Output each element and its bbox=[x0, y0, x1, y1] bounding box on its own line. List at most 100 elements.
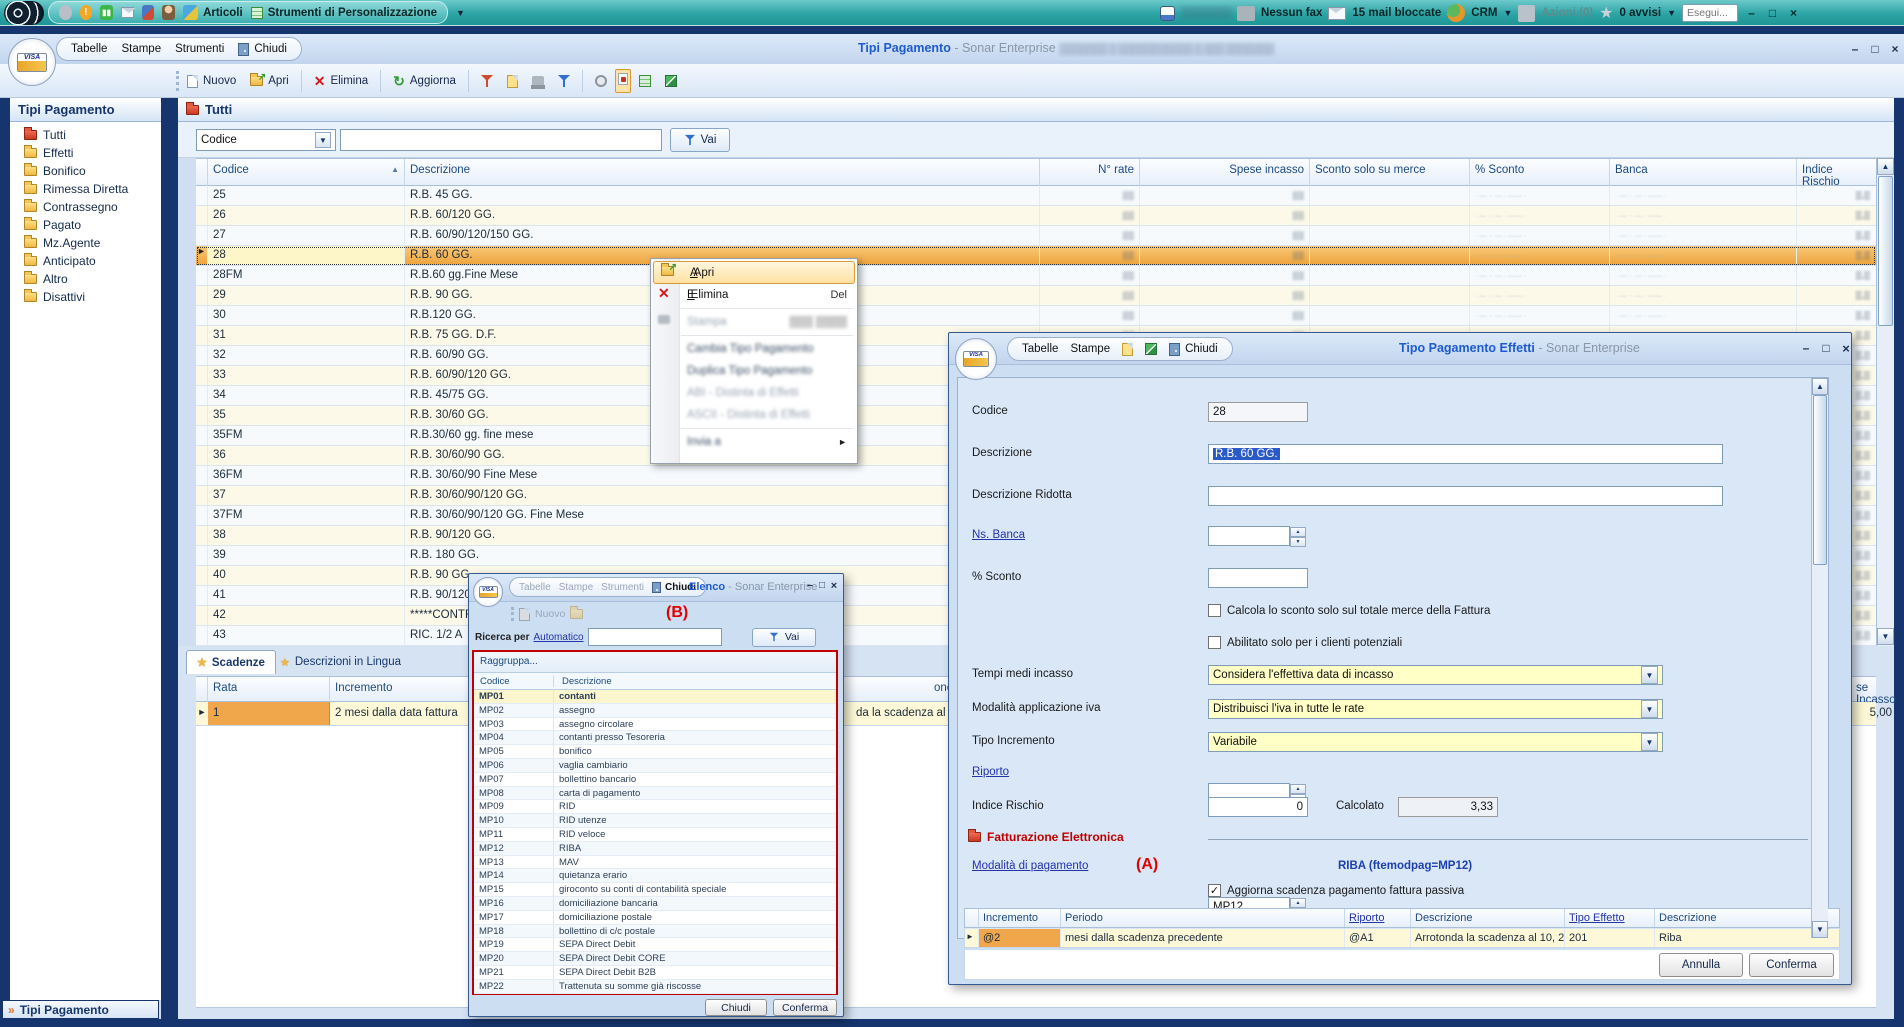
automatico-link[interactable]: Automatico bbox=[533, 632, 583, 643]
list-item[interactable]: MP11 RID veloce bbox=[474, 828, 836, 842]
export-grid-button[interactable] bbox=[633, 72, 657, 90]
indice-rischio-input[interactable]: 0 bbox=[1208, 797, 1308, 817]
descrizione-input[interactable]: R.B. 60 GG. bbox=[1208, 444, 1723, 464]
list-item[interactable]: MP06 vaglia cambiario bbox=[474, 759, 836, 773]
col-descrizione2[interactable]: Descrizione bbox=[1655, 909, 1837, 927]
list-item[interactable]: MP09 RID bbox=[474, 800, 836, 814]
col-codice[interactable]: Codice▲ bbox=[208, 159, 405, 187]
toolbar-grip[interactable] bbox=[176, 71, 179, 91]
col-indice-rischio[interactable]: Indice Rischio bbox=[1797, 159, 1875, 187]
hand-icon[interactable] bbox=[59, 5, 72, 20]
menu-item-elimina[interactable]: ✕ EElimina Del bbox=[651, 284, 857, 306]
table-row[interactable]: 25 R.B. 45 GG. bbox=[196, 186, 1876, 206]
spin-up-icon[interactable]: ▲ bbox=[1290, 784, 1306, 794]
chevron-down-icon[interactable]: ▼ bbox=[1641, 700, 1658, 718]
list-item[interactable]: MP20 SEPA Direct Debit CORE bbox=[474, 952, 836, 966]
crm-icon[interactable] bbox=[1447, 4, 1465, 22]
toolbar-grip[interactable] bbox=[511, 607, 514, 621]
sidebar-item[interactable]: Altro bbox=[10, 270, 161, 288]
menu-item-cambia-tipo[interactable]: Cambia Tipo Pagamento bbox=[651, 338, 857, 360]
tab-descrizioni-lingua[interactable]: ★Descrizioni in Lingua bbox=[270, 650, 411, 674]
list-item[interactable]: MP05 bonifico bbox=[474, 745, 836, 759]
chevron-down-icon[interactable]: ▼ bbox=[1641, 733, 1658, 751]
elenco-minimize-icon[interactable]: – bbox=[805, 580, 815, 592]
list-item[interactable]: MP02 assegno bbox=[474, 704, 836, 718]
list-item[interactable]: MP14 quietanza erario bbox=[474, 869, 836, 883]
list-item[interactable]: MP07 bollettino bancario bbox=[474, 773, 836, 787]
elenco-close-icon[interactable]: × bbox=[829, 580, 839, 592]
scroll-down-icon[interactable]: ▼ bbox=[1812, 921, 1828, 938]
sidebar-footer[interactable]: » Tipi Pagamento bbox=[2, 1000, 159, 1019]
table-row[interactable]: 28 R.B. 60 GG. bbox=[196, 246, 1876, 266]
crm-chevron-icon[interactable]: ▼ bbox=[1503, 8, 1512, 18]
col-tipo-effetto[interactable]: Tipo Effetto bbox=[1565, 909, 1655, 927]
avvisi-chevron-icon[interactable]: ▼ bbox=[1667, 8, 1676, 18]
sidebar-item[interactable]: Mz.Agente bbox=[10, 234, 161, 252]
list-item[interactable]: MP18 bollettino di c/c postale bbox=[474, 925, 836, 939]
tab-scadenze[interactable]: ★Scadenze bbox=[186, 650, 276, 674]
sidebar-item[interactable]: Bonifico bbox=[10, 162, 161, 180]
fax-label[interactable]: Nessun fax bbox=[1261, 7, 1322, 19]
apri-button[interactable]: ↗Apri bbox=[244, 72, 294, 90]
group-band[interactable]: Raggruppa... bbox=[474, 652, 836, 673]
col-n-rate[interactable]: N° rate bbox=[1040, 159, 1140, 187]
notes-icon[interactable] bbox=[1160, 6, 1175, 21]
yellow-note-icon[interactable] bbox=[1122, 343, 1133, 356]
dialog-minimize-icon[interactable]: – bbox=[1799, 341, 1813, 356]
list-item[interactable]: MP15 giroconto su conti di contabilità s… bbox=[474, 883, 836, 897]
list-item[interactable]: MP03 assegno circolare bbox=[474, 718, 836, 732]
scroll-down-icon[interactable]: ▼ bbox=[1877, 628, 1894, 645]
taskbar-tab-articoli[interactable]: Articoli bbox=[183, 5, 243, 20]
table-row[interactable]: 28FM R.B.60 gg.Fine Mese bbox=[196, 266, 1876, 286]
chk-sconto-merce[interactable]: Calcola lo sconto solo sul totale merce … bbox=[1208, 604, 1490, 617]
grid-vertical-scrollbar[interactable]: ▲ ▼ bbox=[1876, 158, 1894, 646]
list-item[interactable]: MP21 SEPA Direct Debit B2B bbox=[474, 966, 836, 980]
filter-button[interactable] bbox=[552, 72, 576, 90]
elimina-button[interactable]: ✕Elimina bbox=[308, 72, 374, 90]
list-item[interactable]: MP22 Trattenuta su somme già riscosse bbox=[474, 980, 836, 994]
excel-icon[interactable] bbox=[1145, 343, 1157, 355]
menu-chiudi[interactable]: Chiudi bbox=[1169, 343, 1218, 356]
table-row[interactable]: 30 R.B.120 GG. bbox=[196, 306, 1876, 326]
checkbox-checked-icon[interactable]: ✓ bbox=[1208, 884, 1221, 897]
alert-icon[interactable]: ! bbox=[80, 5, 93, 20]
person-icon[interactable] bbox=[162, 5, 175, 20]
taskbar-minimize-icon[interactable]: – bbox=[1744, 6, 1759, 20]
col-descrizione[interactable]: Descrizione bbox=[554, 676, 612, 687]
export-pdf-button[interactable] bbox=[615, 69, 631, 93]
riporto-link[interactable]: Riporto bbox=[972, 766, 1009, 778]
menu-stampe[interactable]: Stampe bbox=[1070, 343, 1110, 355]
codice-input[interactable]: 28 bbox=[1208, 402, 1308, 422]
export-excel-button[interactable] bbox=[659, 72, 683, 90]
spin-down-icon[interactable]: ▼ bbox=[1290, 537, 1306, 547]
list-item[interactable]: MP13 MAV bbox=[474, 856, 836, 870]
ns-banca-input[interactable]: ▲▼ bbox=[1208, 526, 1290, 546]
list-item[interactable]: MP04 contanti presso Tesoreria bbox=[474, 731, 836, 745]
stamp-button[interactable] bbox=[526, 73, 550, 90]
list-item[interactable]: MP08 carta di pagamento bbox=[474, 787, 836, 801]
elenco-chiudi-button[interactable]: Chiudi bbox=[705, 999, 767, 1016]
table-row[interactable]: 27 R.B. 60/90/120/150 GG. bbox=[196, 226, 1876, 246]
menu-tabelle[interactable]: Tabelle bbox=[1022, 343, 1058, 355]
dialog-scrollbar[interactable]: ▲ ▼ bbox=[1811, 378, 1828, 938]
chevron-down-icon[interactable]: ▼ bbox=[315, 132, 331, 148]
chevron-down-icon[interactable]: ▼ bbox=[1641, 666, 1658, 684]
col-rata[interactable]: Rata bbox=[208, 677, 330, 705]
blocked-mail-icon[interactable] bbox=[1328, 7, 1346, 20]
tempi-medi-select[interactable]: Considera l'effettiva data di incasso▼ bbox=[1208, 665, 1663, 685]
dialog-grid-row[interactable]: ► @2 mesi dalla scadenza precedente @A1 … bbox=[964, 929, 1840, 948]
dialog-close-icon[interactable]: × bbox=[1839, 341, 1853, 356]
menu-item-apri[interactable]: ↗ AApri bbox=[653, 261, 855, 284]
sidebar-item[interactable]: Pagato bbox=[10, 216, 161, 234]
list-item[interactable]: MP19 SEPA Direct Debit bbox=[474, 938, 836, 952]
col-spese-incasso[interactable]: Spese incasso bbox=[1140, 159, 1310, 187]
chk-clienti-potenziali[interactable]: Abilitato solo per i clienti potenziali bbox=[1208, 636, 1402, 649]
window-minimize-icon[interactable]: – bbox=[1848, 42, 1862, 56]
table-row[interactable]: 29 R.B. 90 GG. bbox=[196, 286, 1876, 306]
window-close-icon[interactable]: × bbox=[1888, 42, 1902, 56]
menu-strumenti[interactable]: Strumenti bbox=[175, 43, 224, 55]
sidebar-item[interactable]: Rimessa Diretta bbox=[10, 180, 161, 198]
col-perc-sconto[interactable]: % Sconto bbox=[1470, 159, 1610, 187]
list-item[interactable]: MP17 domiciliazione postale bbox=[474, 911, 836, 925]
search-input[interactable] bbox=[340, 129, 662, 151]
